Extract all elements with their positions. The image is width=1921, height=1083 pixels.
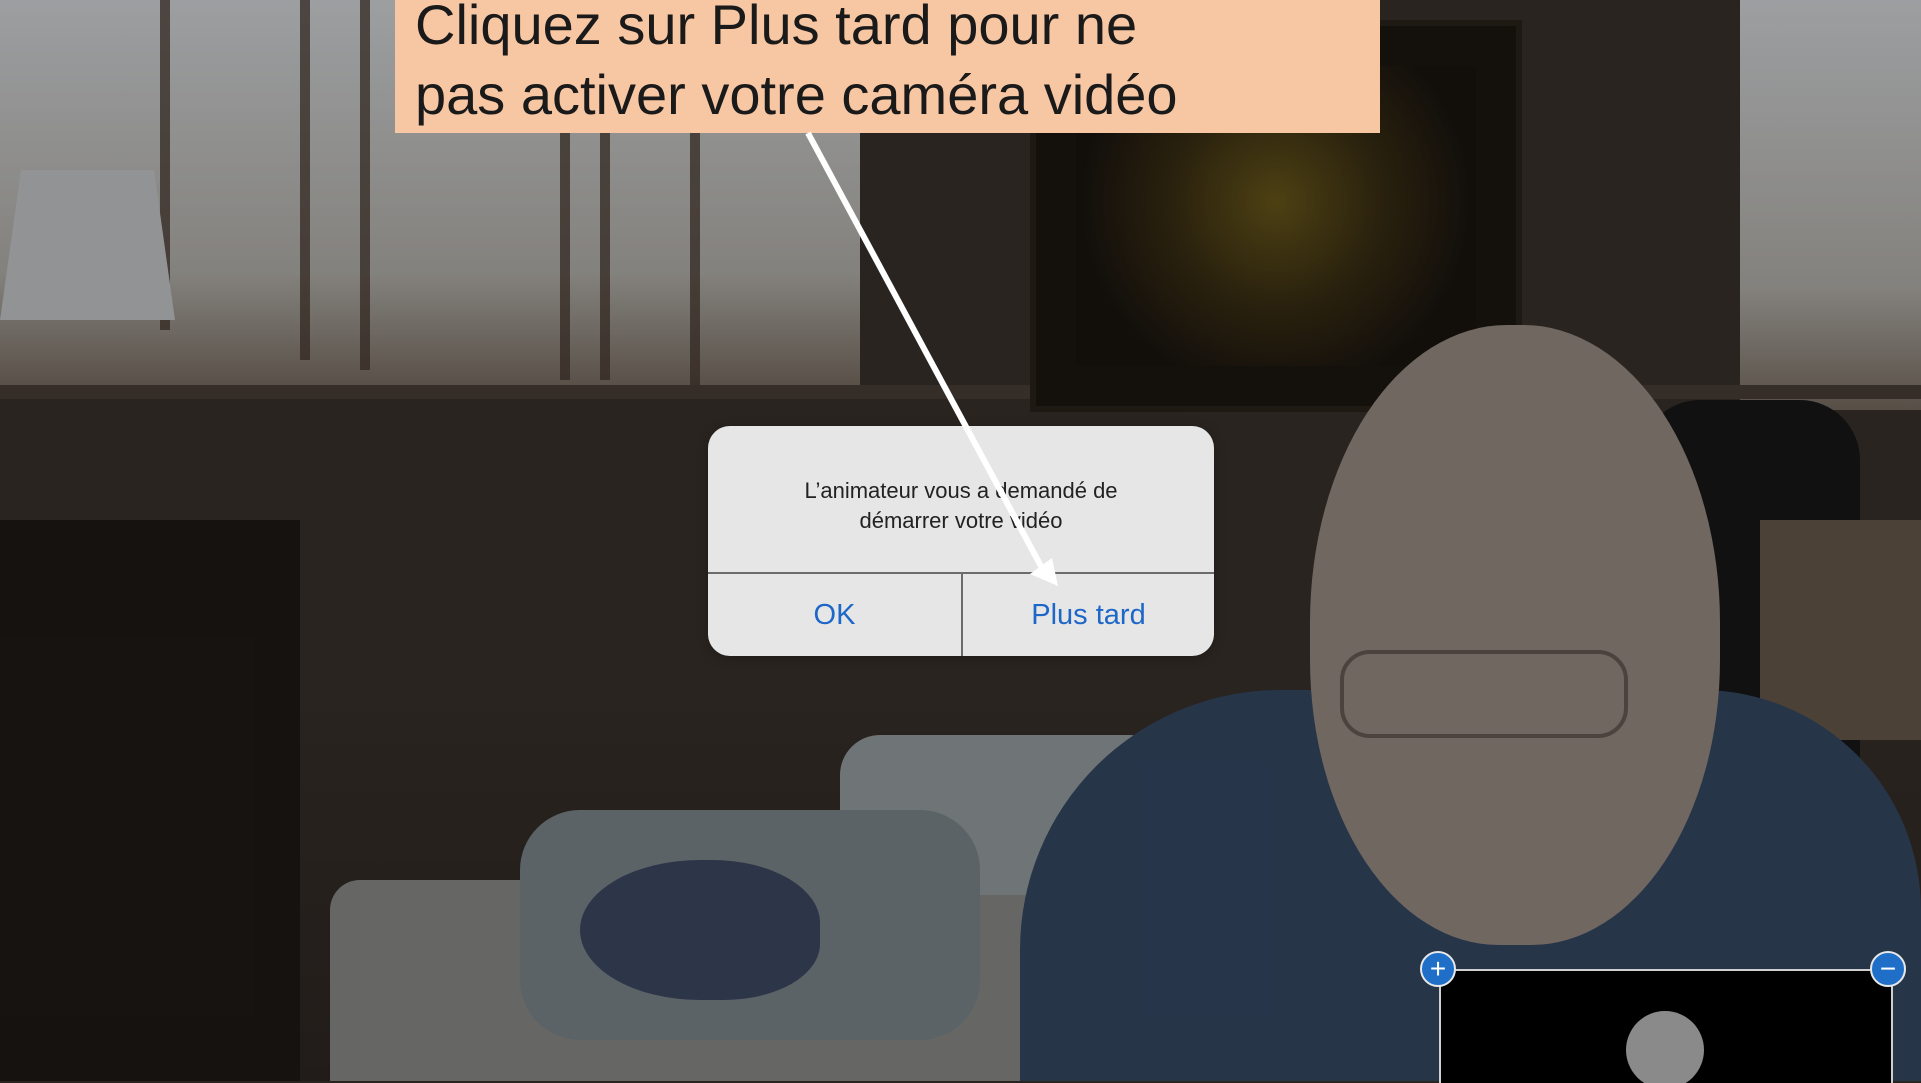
- alert-message: L’animateur vous a demandé de démarrer v…: [738, 476, 1184, 536]
- avatar: [1626, 1011, 1704, 1083]
- ok-button[interactable]: OK: [708, 574, 961, 656]
- callout-line-1: Cliquez sur Plus tard pour ne: [415, 0, 1138, 56]
- self-view-preview[interactable]: [1439, 969, 1893, 1083]
- alert-message-line-2: démarrer votre vidéo: [859, 508, 1063, 533]
- later-button[interactable]: Plus tard: [963, 574, 1214, 656]
- start-video-alert: L’animateur vous a demandé de démarrer v…: [708, 426, 1214, 656]
- alert-message-line-1: L’animateur vous a demandé de: [804, 478, 1118, 503]
- callout-line-2: pas activer votre caméra vidéo: [415, 63, 1178, 126]
- plus-icon[interactable]: +: [1420, 951, 1456, 987]
- instruction-callout: Cliquez sur Plus tard pour ne pas active…: [395, 0, 1380, 133]
- minus-icon[interactable]: −: [1870, 951, 1906, 987]
